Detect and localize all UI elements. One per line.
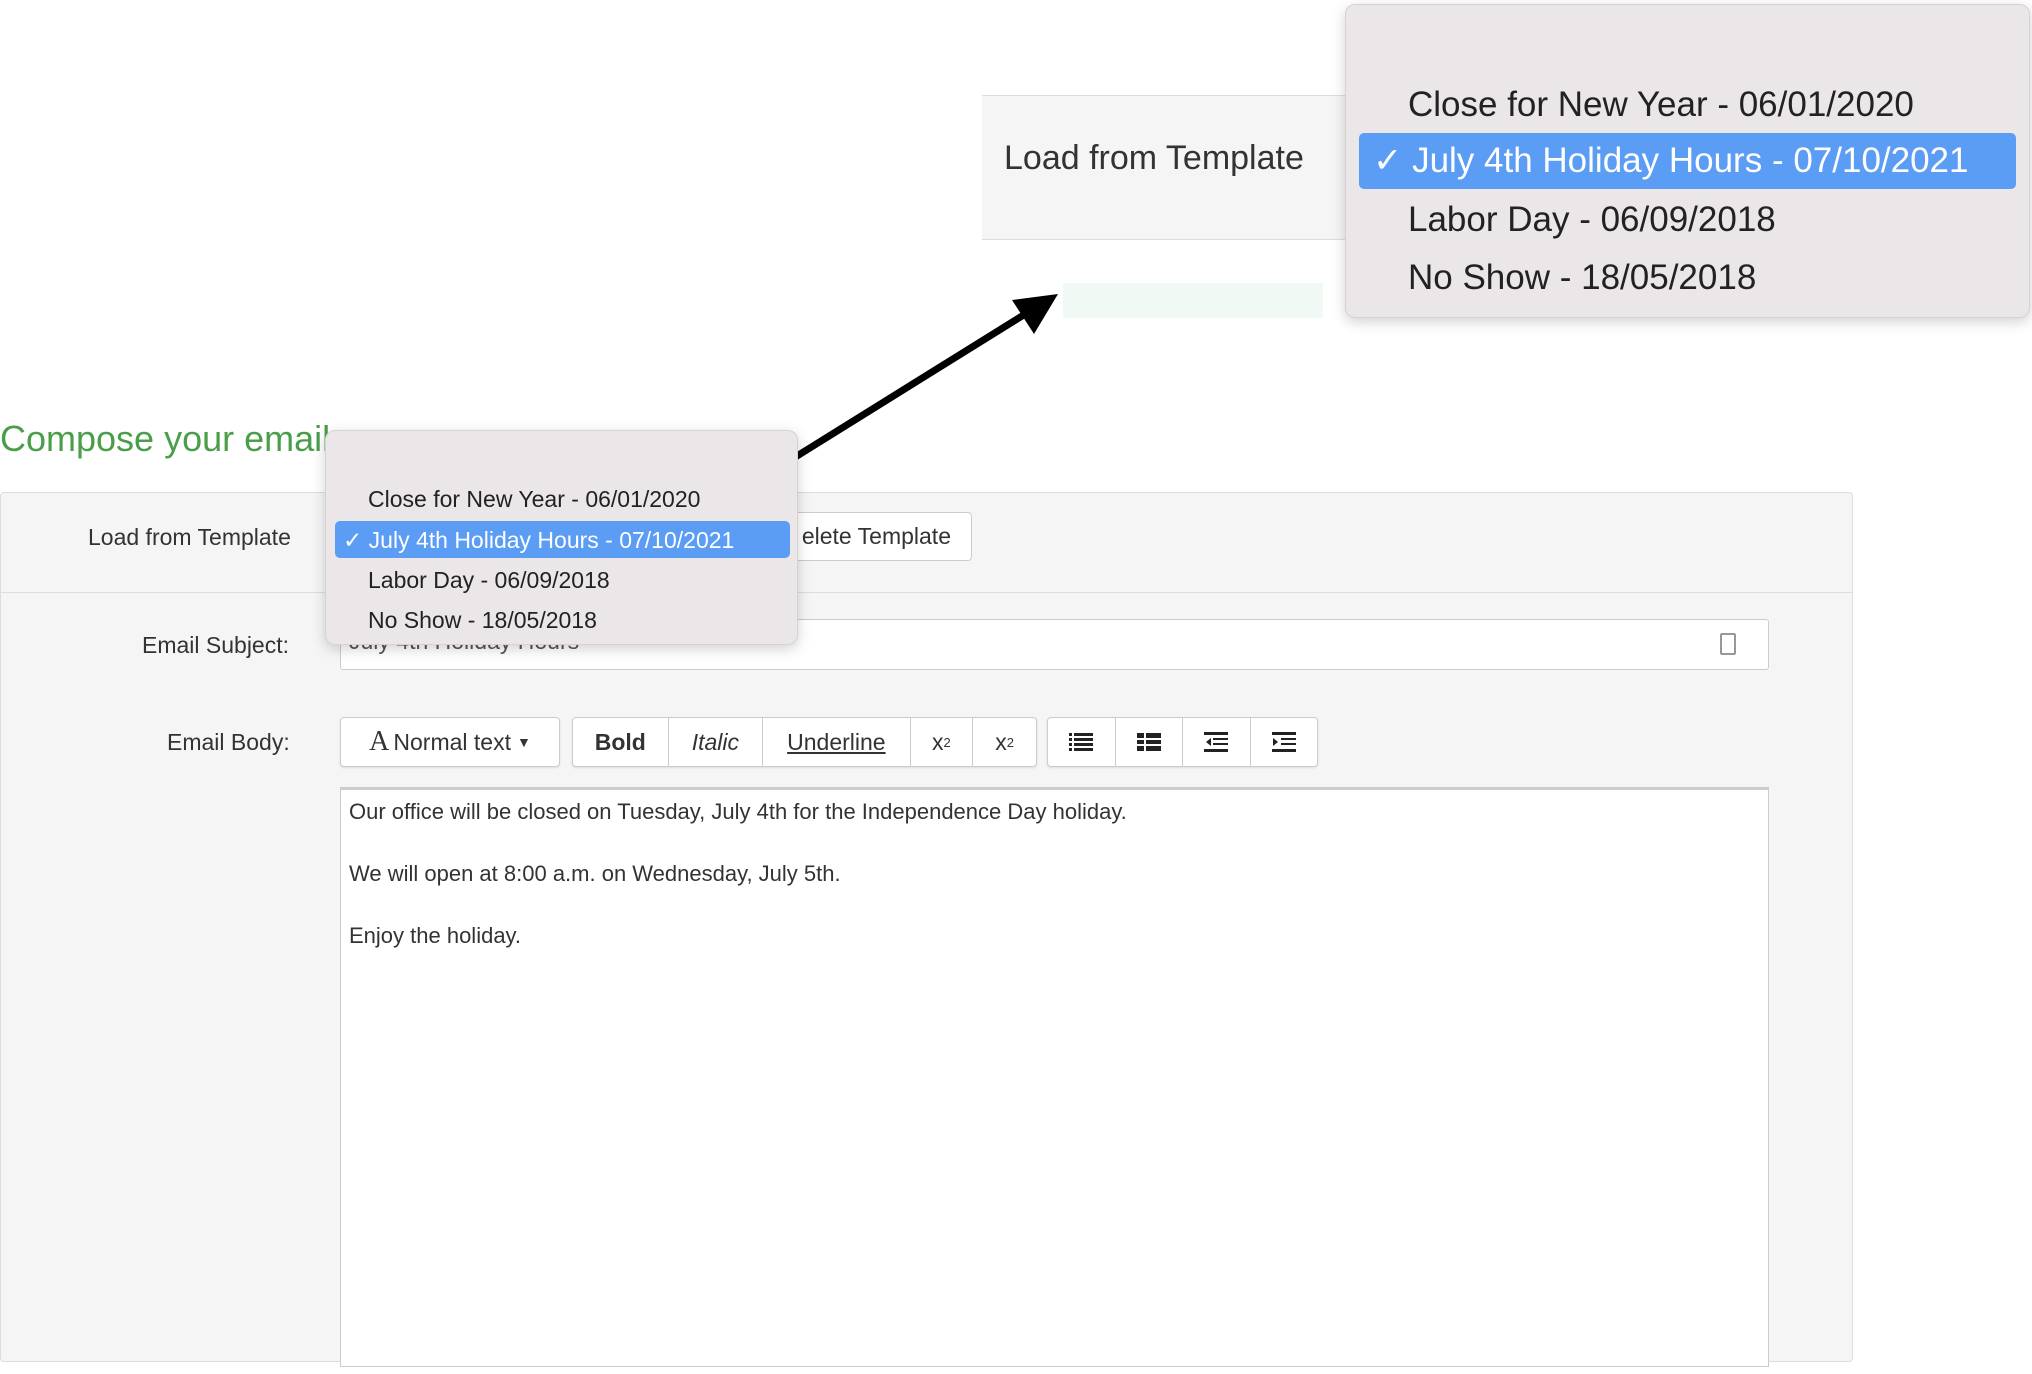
format-label: Normal text <box>393 728 511 755</box>
template-option[interactable]: Labor Day - 06/09/2018 <box>368 567 610 594</box>
bold-button[interactable]: Bold <box>573 718 669 766</box>
template-option[interactable]: No Show - 18/05/2018 <box>368 607 597 634</box>
email-subject-label: Email Subject: <box>142 632 290 658</box>
template-option-selected[interactable]: ✓ July 4th Holiday Hours - 07/10/2021 <box>335 521 790 558</box>
text-style-group: Bold Italic Underline x2 x2 <box>572 717 1037 767</box>
subscript-mark: 2 <box>943 734 951 750</box>
outdent-button[interactable] <box>1183 718 1251 766</box>
body-line: We will open at 8:00 a.m. on Wednesday, … <box>349 861 841 886</box>
body-line: Our office will be closed on Tuesday, Ju… <box>349 799 1127 824</box>
body-line: Enjoy the holiday. <box>349 923 522 948</box>
divider <box>0 592 1853 593</box>
template-option[interactable]: Close for New Year - 06/01/2020 <box>368 486 700 513</box>
superscript-button[interactable]: x2 <box>973 718 1036 766</box>
unordered-list-button[interactable] <box>1048 718 1116 766</box>
indent-icon <box>1271 732 1296 752</box>
contact-card-icon[interactable] <box>1720 633 1736 655</box>
format-button[interactable]: A Normal text ▼ <box>341 718 559 766</box>
load-template-label: Load from Template <box>88 524 291 550</box>
unordered-list-icon <box>1069 733 1094 751</box>
superscript-mark: 2 <box>1006 734 1015 750</box>
email-body-editor[interactable]: Our office will be closed on Tuesday, Ju… <box>340 787 1769 1367</box>
template-dropdown: Close for New Year - 06/01/2020 ✓ July 4… <box>325 430 798 645</box>
page-title: Compose your email <box>0 418 331 459</box>
subscript-label: x <box>932 728 944 755</box>
email-body-label: Email Body: <box>167 729 290 755</box>
underline-button[interactable]: Underline <box>763 718 911 766</box>
list-group <box>1047 717 1318 767</box>
option-label: July 4th Holiday Hours - 07/10/2021 <box>368 527 735 553</box>
font-icon: A <box>369 726 390 757</box>
format-dropdown[interactable]: A Normal text ▼ <box>340 717 560 767</box>
italic-button[interactable]: Italic <box>669 718 764 766</box>
superscript-label: x <box>995 728 1007 755</box>
caret-down-icon: ▼ <box>516 734 531 750</box>
outdent-icon <box>1204 732 1229 752</box>
ordered-list-icon <box>1136 733 1161 751</box>
check-icon: ✓ <box>343 527 363 553</box>
subscript-button[interactable]: x2 <box>911 718 974 766</box>
indent-button[interactable] <box>1251 718 1318 766</box>
ordered-list-button[interactable] <box>1116 718 1183 766</box>
